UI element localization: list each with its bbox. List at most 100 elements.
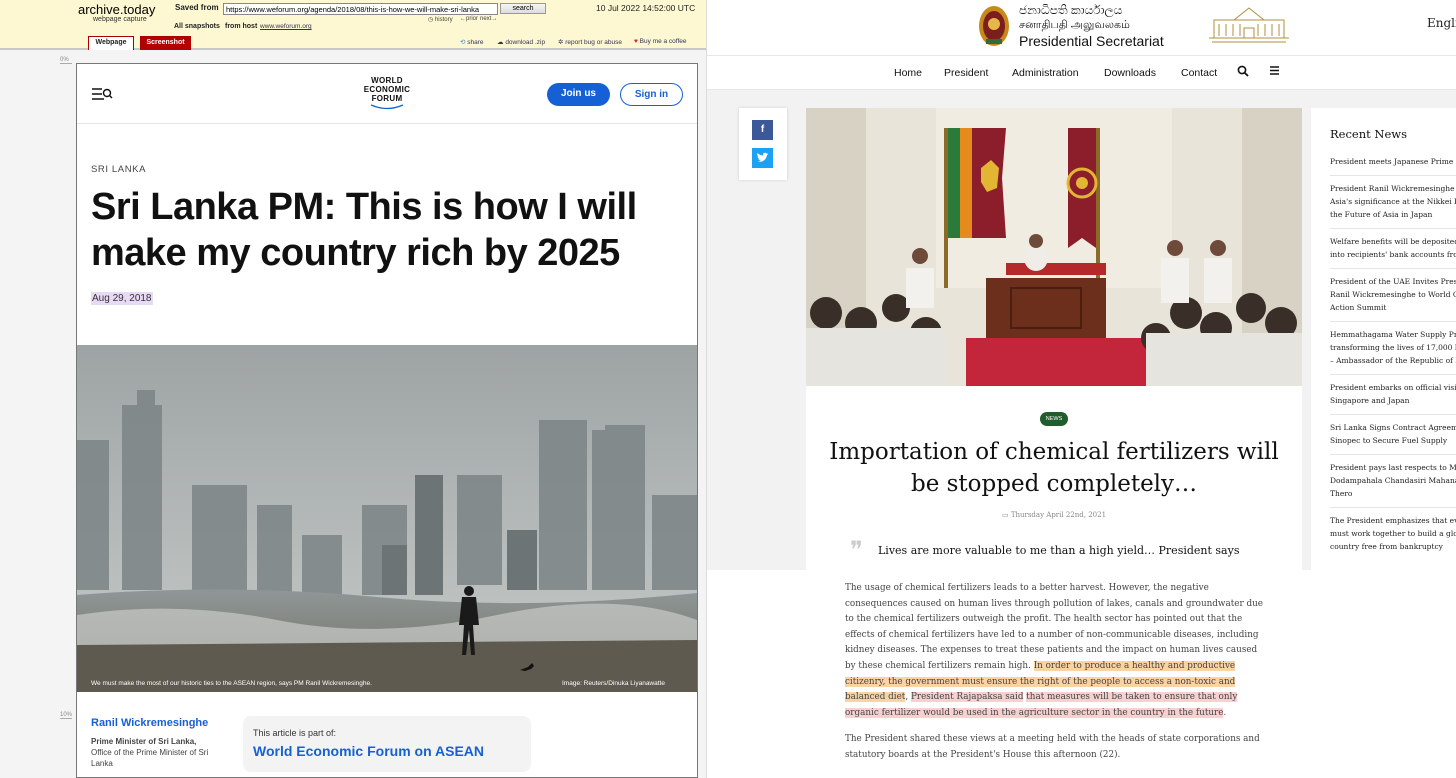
ps-header: ජනාධිපති කාර්යාලය சனாதிபதி அலுவலகம் Pres… (707, 0, 1456, 56)
ps-article-title: Importation of chemical fertilizers will… (829, 439, 1279, 497)
scroll-ruler: 0% 10% (60, 52, 74, 778)
coffee-link[interactable]: ♥ Buy me a coffee (634, 38, 687, 45)
news-badge[interactable]: NEWS (1040, 412, 1068, 426)
recent-news-line: Asia's significance at the Nikkei Forum … (1330, 197, 1456, 206)
nav-administration[interactable]: Administration (1012, 67, 1079, 79)
recent-news-line: the Future of Asia in Japan (1330, 210, 1433, 219)
coffee-label: Buy me a coffee (639, 38, 687, 45)
share-link[interactable]: ⟲ share (460, 38, 484, 46)
article-body: The usage of chemical fertilizers leads … (845, 581, 1265, 775)
recent-news-divider (1330, 268, 1456, 269)
body-highlight-pink-a: President Rajapaksa said (910, 692, 1024, 703)
report-label: report bug or abuse (565, 39, 622, 46)
url-input[interactable]: https://www.weforum.org/agenda/2018/08/t… (223, 3, 498, 15)
article-card: NEWS Importation of chemical fertilizers… (806, 108, 1302, 570)
presidents-house-logo (1204, 2, 1294, 51)
prior-link[interactable]: ←prior (460, 16, 478, 22)
recent-news-item[interactable]: Hemmathagama Water Supply Project transfo… (1330, 328, 1456, 367)
recent-news-line: Welfare benefits will be deposited (1330, 237, 1456, 246)
menu-search-icon[interactable] (91, 86, 113, 107)
recent-news-divider (1330, 175, 1456, 176)
nav-downloads[interactable]: Downloads (1104, 67, 1156, 79)
facebook-icon[interactable]: f (752, 120, 773, 140)
recent-news-item[interactable]: President meets Japanese Prime Minister (1330, 155, 1456, 168)
recent-news-line: into recipients' bank accounts from (1330, 250, 1456, 259)
article-title: Sri Lanka PM: This is how I will make my… (91, 186, 637, 274)
search-button[interactable]: search (500, 3, 546, 14)
article-paragraph-1: The usage of chemical fertilizers leads … (845, 581, 1265, 721)
recent-news-item[interactable]: Welfare benefits will be deposited into r… (1330, 235, 1456, 261)
hero-image: We must make the most of our historic ti… (77, 345, 697, 692)
ps-nav: Home President Administration Downloads … (707, 56, 1456, 90)
recent-news-line: must work together to build a glorious (1330, 529, 1456, 538)
sign-in-button[interactable]: Sign in (620, 83, 683, 106)
pull-quote: Lives are more valuable to me than a hig… (878, 544, 1240, 557)
wef-header: WORLD ECONOMIC FORUM Join us Sign in (77, 64, 697, 124)
menu-icon[interactable] (1269, 65, 1280, 79)
download-link[interactable]: ☁ download .zip (497, 38, 545, 46)
report-link[interactable]: ✲ report bug or abuse (558, 38, 622, 46)
recent-news-divider (1330, 228, 1456, 229)
emblem-icon[interactable] (977, 4, 1011, 53)
series-label: This article is part of: (253, 728, 337, 738)
share-sidebar: f (739, 108, 787, 180)
recent-news-line: President of the UAE Invites President (1330, 277, 1456, 286)
quote-icon: ❞ (850, 536, 863, 564)
nav-contact[interactable]: Contact (1181, 67, 1217, 79)
cloud-icon: ☁ (497, 39, 504, 46)
recent-news-item[interactable]: The President emphasizes that everyone mu… (1330, 514, 1456, 553)
recent-news-divider (1330, 321, 1456, 322)
download-label: download .zip (505, 39, 546, 46)
next-link[interactable]: next→ (480, 16, 497, 22)
recent-news-item[interactable]: President of the UAE Invites President Ra… (1330, 275, 1456, 314)
recent-news-item[interactable]: Sri Lanka Signs Contract Agreement with S… (1330, 421, 1456, 447)
colombo-skyline-image: We must make the most of our historic ti… (77, 345, 697, 692)
article-date: Aug 29, 2018 (91, 292, 153, 305)
recent-news-divider (1330, 374, 1456, 375)
series-title[interactable]: World Economic Forum on ASEAN (253, 743, 484, 759)
share-label: share (467, 39, 484, 46)
presidential-secretariat-panel: ජනාධිපති කාර්යාලය சனாதிபதி அலுவலகம் Pres… (706, 0, 1456, 778)
recent-news-divider (1330, 454, 1456, 455)
recent-news-item[interactable]: President embarks on official visit to Si… (1330, 381, 1456, 407)
join-us-button[interactable]: Join us (547, 83, 610, 106)
capture-timestamp: 10 Jul 2022 14:52:00 UTC (596, 3, 696, 13)
nav-home[interactable]: Home (894, 67, 922, 79)
archive-subtitle: webpage capture (93, 16, 147, 23)
author-name[interactable]: Ranil Wickremesinghe (91, 717, 208, 729)
bug-icon: ✲ (558, 39, 564, 46)
wef-page: WORLD ECONOMIC FORUM Join us Sign in SRI… (76, 63, 698, 778)
search-icon[interactable] (1237, 65, 1249, 80)
recent-news-line: President pays last respects to Most Ven… (1330, 463, 1456, 472)
header-tamil: சனாதிபதி அலுவலகம் (1019, 19, 1130, 31)
twitter-icon[interactable] (752, 148, 773, 168)
author-title: Prime Minister of Sri Lanka, (91, 737, 197, 746)
history-link[interactable]: ◷ history (428, 16, 453, 23)
host-link[interactable]: www.weforum.org (260, 23, 312, 30)
tab-webpage[interactable]: Webpage (88, 36, 134, 50)
recent-news-sidebar: Recent News President meets Japanese Pri… (1311, 108, 1456, 570)
recent-news-line: Hemmathagama Water Supply Project (1330, 330, 1456, 339)
author-role: Prime Minister of Sri Lanka, Office of t… (91, 736, 231, 769)
nav-president[interactable]: President (944, 67, 988, 79)
archive-toolbar: archive.today webpage capture Saved from… (0, 0, 706, 50)
image-credit: Image: Reuters/Dinuka Liyanawatte (562, 680, 665, 687)
archive-logo[interactable]: archive.today (78, 2, 155, 17)
recent-news-divider (1330, 414, 1456, 415)
article-category[interactable]: SRI LANKA (91, 164, 146, 175)
tab-screenshot[interactable]: Screenshot (140, 36, 191, 50)
recent-news-item[interactable]: President Ranil Wickremesinghe highlight… (1330, 182, 1456, 221)
image-caption: We must make the most of our historic ti… (91, 680, 372, 687)
series-card[interactable]: This article is part of: World Economic … (243, 716, 531, 772)
ruler-mark-0: 0% (60, 57, 72, 64)
body-text-comma: , (905, 692, 909, 703)
logo-line-2: ECONOMIC (363, 85, 411, 94)
language-switch[interactable]: Engli (1427, 16, 1456, 30)
article-paragraph-2: The President shared these views at a me… (845, 734, 1260, 760)
recent-news-line: Ranil Wickremesinghe to World Climate (1330, 290, 1456, 299)
wef-logo[interactable]: WORLD ECONOMIC FORUM (349, 76, 425, 112)
recent-news-line: Singapore and Japan (1330, 396, 1410, 405)
logo-arc-icon (370, 104, 404, 110)
archive-panel: archive.today webpage capture Saved from… (0, 0, 706, 778)
recent-news-item[interactable]: President pays last respects to Most Ven… (1330, 461, 1456, 500)
